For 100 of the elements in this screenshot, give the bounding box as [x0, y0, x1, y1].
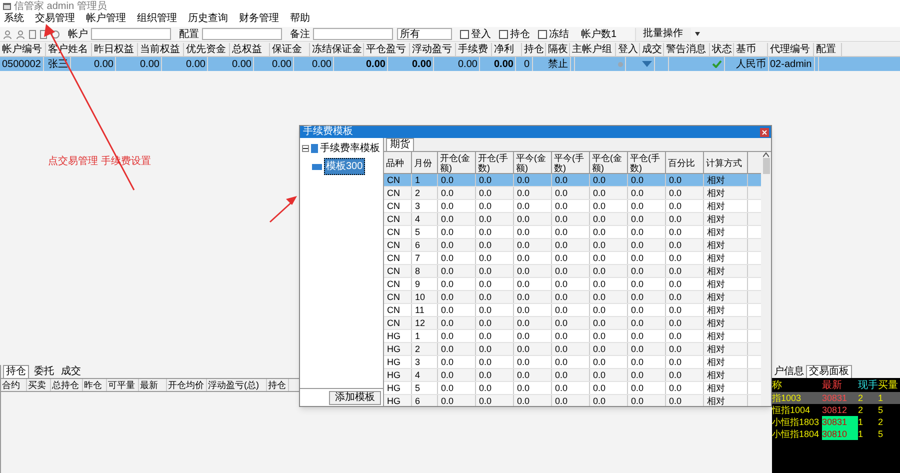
column-header[interactable]: 计算方式: [706, 158, 742, 168]
table-row[interactable]: HG 2 0.0 0.0 0.0 0.0 0.0 0.0 0.0 相对: [384, 343, 761, 356]
tree-item[interactable]: 模板300: [324, 158, 365, 175]
table-row[interactable]: HG 5 0.0 0.0 0.0 0.0 0.0 0.0 0.0 相对: [384, 382, 761, 395]
table-row[interactable]: CN 4 0.0 0.0 0.0 0.0 0.0 0.0 0.0 相对: [384, 213, 761, 226]
table-row[interactable]: CN 5 0.0 0.0 0.0 0.0 0.0 0.0 0.0 相对: [384, 226, 761, 239]
tab[interactable]: 户信息: [772, 366, 806, 378]
input-field[interactable]: [202, 28, 282, 40]
column-header[interactable]: 基币: [734, 43, 768, 56]
column-header[interactable]: 可平量: [107, 379, 139, 391]
filter-dropdown[interactable]: 所有: [397, 28, 452, 40]
column-header[interactable]: 浮动盈亏: [410, 43, 456, 56]
column-header[interactable]: 开仓均价: [167, 379, 207, 391]
column-header[interactable]: 保证金: [270, 43, 310, 56]
table-row[interactable]: CN 7 0.0 0.0 0.0 0.0 0.0 0.0 0.0 相对: [384, 252, 761, 265]
table-row[interactable]: CN 10 0.0 0.0 0.0 0.0 0.0 0.0 0.0 相对: [384, 291, 761, 304]
column-header[interactable]: 主帐户组: [570, 43, 616, 56]
column-header[interactable]: 百分比: [668, 158, 695, 168]
column-header[interactable]: 平仓盈亏: [364, 43, 410, 56]
column-header[interactable]: 平仓(手数): [630, 152, 663, 172]
menu-item[interactable]: 财务管理: [239, 13, 279, 25]
column-header[interactable]: 优先资金: [184, 43, 230, 56]
column-header[interactable]: 品种: [386, 158, 404, 168]
user-icon[interactable]: [3, 30, 12, 38]
column-header[interactable]: 隔夜: [546, 43, 570, 56]
circle-icon[interactable]: [51, 30, 60, 38]
column-header[interactable]: 配置: [814, 43, 842, 56]
column-header[interactable]: 持仓: [267, 379, 289, 391]
table-cell: 0.0: [438, 265, 476, 277]
tab[interactable]: 期货: [386, 138, 414, 151]
column-header[interactable]: 开仓(金额): [440, 152, 473, 172]
checkbox[interactable]: [460, 30, 469, 38]
tree-item[interactable]: 手续费率模板: [320, 141, 380, 156]
table-row[interactable]: CN 8 0.0 0.0 0.0 0.0 0.0 0.0 0.0 相对: [384, 265, 761, 278]
column-header[interactable]: 状态: [710, 43, 734, 56]
input-field[interactable]: [313, 28, 393, 40]
column-header[interactable]: 总权益: [230, 43, 270, 56]
quote-cell-text: 恒指1004: [772, 404, 812, 416]
column-header[interactable]: 代理编号: [768, 43, 814, 56]
menu-item[interactable]: 帐户管理: [86, 13, 126, 25]
table-row[interactable]: HG 3 0.0 0.0 0.0 0.0 0.0 0.0 0.0 相对: [384, 356, 761, 369]
menu-item[interactable]: 帮助: [290, 13, 310, 25]
scroll-thumb[interactable]: [762, 158, 770, 174]
quote-row[interactable]: 指1003 30831 2 1: [772, 392, 900, 404]
column-header[interactable]: 买卖: [27, 379, 51, 391]
add-template-button[interactable]: 添加模板: [329, 390, 381, 404]
table-row[interactable]: CN 2 0.0 0.0 0.0 0.0 0.0 0.0 0.0 相对: [384, 187, 761, 200]
menu-item[interactable]: 交易管理: [35, 13, 75, 25]
column-header[interactable]: 持仓: [522, 43, 546, 56]
column-header[interactable]: 净利: [492, 43, 522, 56]
table-row[interactable]: CN 3 0.0 0.0 0.0 0.0 0.0 0.0 0.0 相对: [384, 200, 761, 213]
table-row[interactable]: CN 9 0.0 0.0 0.0 0.0 0.0 0.0 0.0 相对: [384, 278, 761, 291]
table-row[interactable]: CN 11 0.0 0.0 0.0 0.0 0.0 0.0 0.0 相对: [384, 304, 761, 317]
checkbox[interactable]: [499, 30, 508, 38]
menu-item[interactable]: 历史查询: [188, 13, 228, 25]
quote-row[interactable]: 小恒指1804 30810 1 5: [772, 428, 900, 440]
scroll-up-icon[interactable]: [763, 152, 769, 158]
table-cell: HG: [384, 395, 412, 406]
menu-item[interactable]: 组织管理: [137, 13, 177, 25]
column-header[interactable]: 手续费: [456, 43, 492, 56]
column-header[interactable]: 平仓(金额): [592, 152, 625, 172]
tab[interactable]: 持仓: [3, 365, 29, 378]
close-button[interactable]: [760, 128, 769, 136]
batch-button[interactable]: 批量操作: [634, 28, 691, 40]
table-row[interactable]: HG 1 0.0 0.0 0.0 0.0 0.0 0.0 0.0 相对: [384, 330, 761, 343]
column-header[interactable]: 平今(手数): [554, 152, 587, 172]
column-header[interactable]: 警告消息: [664, 43, 710, 56]
column-header[interactable]: 合约: [1, 379, 27, 391]
table-row[interactable]: CN 12 0.0 0.0 0.0 0.0 0.0 0.0 0.0 相对: [384, 317, 761, 330]
menu-item[interactable]: 系统: [4, 13, 24, 25]
column-header[interactable]: 昨仓: [83, 379, 107, 391]
column-header[interactable]: 帐户编号: [0, 43, 46, 56]
tab[interactable]: 委托: [32, 366, 56, 378]
table-row[interactable]: HG 4 0.0 0.0 0.0 0.0 0.0 0.0 0.0 相对: [384, 369, 761, 382]
table-row[interactable]: CN 6 0.0 0.0 0.0 0.0 0.0 0.0 0.0 相对: [384, 239, 761, 252]
column-header[interactable]: 月份: [414, 158, 432, 168]
column-header[interactable]: 昨日权益: [92, 43, 138, 56]
collapse-toggle-icon[interactable]: [302, 145, 309, 152]
column-header[interactable]: 当前权益: [138, 43, 184, 56]
table-cell: 0.0: [438, 382, 476, 394]
checkbox[interactable]: [538, 30, 547, 38]
quote-row[interactable]: 恒指1004 30812 2 5: [772, 404, 900, 416]
column-header[interactable]: 总持仓: [51, 379, 83, 391]
dropdown-arrow-icon[interactable]: [694, 32, 700, 36]
column-header[interactable]: 浮动盈亏(总): [207, 379, 267, 391]
tab[interactable]: 成交: [59, 366, 83, 378]
user-icon[interactable]: [16, 30, 25, 38]
table-row[interactable]: CN 1 0.0 0.0 0.0 0.0 0.0 0.0 0.0 相对: [384, 174, 761, 187]
column-header[interactable]: 登入: [616, 43, 640, 56]
quote-row[interactable]: 小恒指1803 30831 1 2: [772, 416, 900, 428]
column-header[interactable]: 冻结保证金: [310, 43, 364, 56]
table-cell: 0.0: [628, 382, 666, 394]
column-header[interactable]: 最新: [139, 379, 167, 391]
column-header[interactable]: 平今(金额): [516, 152, 549, 172]
scrollbar[interactable]: [761, 152, 771, 406]
table-row[interactable]: HG 6 0.0 0.0 0.0 0.0 0.0 0.0 0.0 相对: [384, 395, 761, 406]
column-header[interactable]: 成交: [640, 43, 664, 56]
tab[interactable]: 交易面板: [806, 365, 852, 378]
column-header[interactable]: 开仓(手数): [478, 152, 511, 172]
input-field[interactable]: [91, 28, 171, 40]
